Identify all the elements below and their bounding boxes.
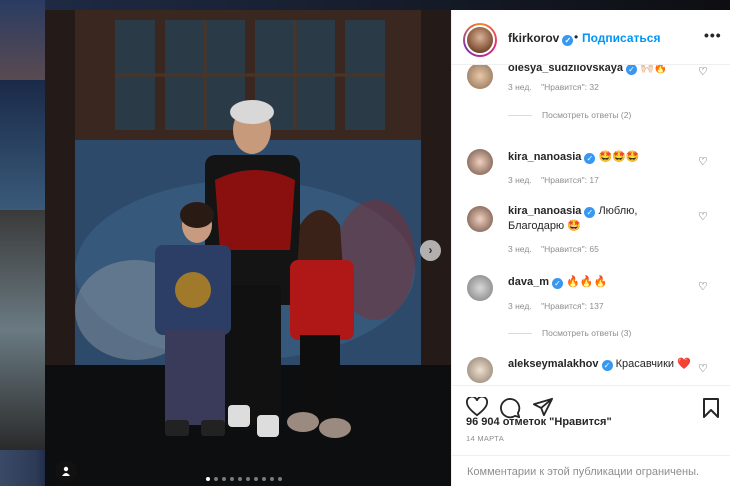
commenter-avatar[interactable]: [467, 65, 493, 89]
next-slide-button[interactable]: ›: [420, 240, 441, 261]
verified-badge-icon: ✓: [584, 153, 596, 164]
comments-list: olesya_sudzilovskaya ✓ 🙌🏻🔥 ♡ 3 нед. "Нрав…: [452, 65, 730, 385]
like-comment-heart-icon[interactable]: ♡: [698, 65, 708, 78]
author-username[interactable]: fkirkorov ✓: [508, 31, 574, 46]
carousel-dot: [222, 477, 226, 481]
carousel-dot: [262, 477, 266, 481]
like-comment-heart-icon[interactable]: ♡: [698, 362, 708, 375]
chevron-right-icon: ›: [428, 243, 433, 257]
carousel-dot: [230, 477, 234, 481]
share-direct-icon[interactable]: [532, 397, 554, 417]
more-options-icon[interactable]: •••: [704, 27, 722, 43]
like-heart-icon[interactable]: [466, 397, 488, 417]
author-avatar[interactable]: [463, 23, 497, 57]
background-post-thumbnail: [0, 80, 45, 210]
likes-count[interactable]: 96 904 отметок "Нравится": [466, 416, 612, 428]
background-post-thumbnail: [0, 210, 45, 450]
verified-badge-icon: ✓: [551, 278, 563, 289]
verified-badge-icon: ✓: [562, 35, 574, 46]
post-image: [45, 10, 451, 486]
carousel-dot: [214, 477, 218, 481]
verified-badge-icon: ✓: [601, 360, 613, 371]
like-comment-heart-icon[interactable]: ♡: [698, 155, 708, 168]
commenter-avatar[interactable]: [467, 149, 493, 175]
view-replies-button[interactable]: Посмотреть ответы (2): [508, 110, 631, 120]
user-icon: [62, 466, 70, 476]
carousel-dot: [238, 477, 242, 481]
post-header: fkirkorov ✓ • Подписаться •••: [452, 10, 730, 65]
like-comment-heart-icon[interactable]: ♡: [698, 210, 708, 223]
separator-dot: •: [574, 30, 579, 44]
follow-button[interactable]: Подписаться: [582, 31, 660, 45]
verified-badge-icon: ✓: [584, 207, 596, 218]
commenter-avatar[interactable]: [467, 206, 493, 232]
commenter-avatar[interactable]: [467, 357, 493, 383]
post-photo[interactable]: [45, 10, 451, 486]
carousel-dot: [270, 477, 274, 481]
carousel-dot: [246, 477, 250, 481]
comments-limited-notice: Комментарии к этой публикации ограничены…: [452, 455, 730, 486]
post-side-panel: fkirkorov ✓ • Подписаться ••• olesya_sudz…: [451, 10, 730, 486]
carousel-dot: [278, 477, 282, 481]
verified-badge-icon: ✓: [625, 65, 637, 75]
post-date[interactable]: 14 МАРТА: [466, 434, 504, 443]
like-comment-heart-icon[interactable]: ♡: [698, 280, 708, 293]
carousel-dot: [206, 477, 210, 481]
carousel-dot: [254, 477, 258, 481]
carousel-dots: [206, 477, 282, 481]
commenter-avatar[interactable]: [467, 275, 493, 301]
view-replies-button[interactable]: Посмотреть ответы (3): [508, 328, 631, 338]
background-post-thumbnail: [0, 0, 45, 80]
tagged-people-button[interactable]: [55, 460, 77, 482]
save-bookmark-icon[interactable]: [702, 397, 720, 419]
